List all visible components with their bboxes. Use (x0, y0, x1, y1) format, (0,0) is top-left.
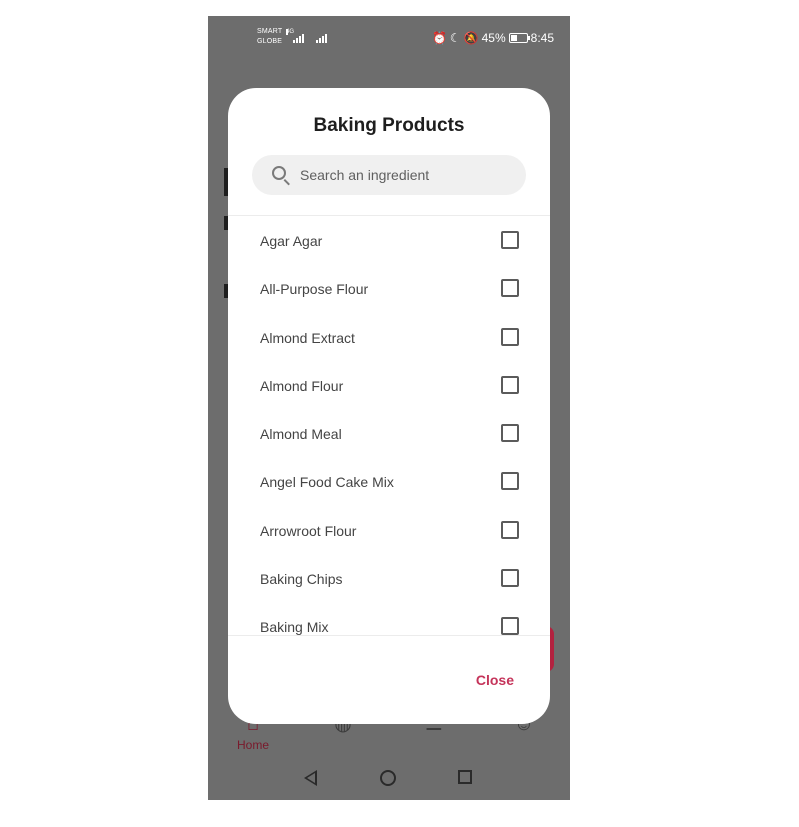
status-bar: SMART GLOBE 4G ⏰ ☾ 🔕 45% 8:45 (208, 16, 570, 62)
item-label: Almond Flour (260, 377, 344, 394)
signal-icon: 4G (286, 29, 304, 43)
search-icon (272, 166, 286, 180)
recents-button[interactable] (458, 770, 472, 784)
mute-icon: 🔕 (463, 31, 479, 45)
checkbox-icon[interactable] (501, 279, 519, 298)
close-button[interactable]: Close (476, 672, 514, 688)
nav-home-label: Home (236, 738, 269, 752)
item-label: Baking Chips (260, 571, 343, 588)
checkbox-icon[interactable] (501, 520, 519, 539)
item-label: Angel Food Cake Mix (260, 474, 394, 491)
item-label: All-Purpose Flour (260, 281, 369, 298)
list-item[interactable]: Baking Chips (228, 554, 550, 602)
list-item[interactable]: Almond Flour (228, 361, 550, 409)
checkbox-icon[interactable] (501, 472, 519, 491)
divider (228, 635, 550, 636)
list-item[interactable]: Almond Meal (228, 409, 550, 457)
dialog-title: Baking Products (313, 115, 465, 136)
list-item[interactable]: Angel Food Cake Mix (228, 457, 550, 505)
alarm-icon: ⏰ (431, 31, 447, 45)
list-item[interactable]: Arrowroot Flour (228, 506, 550, 554)
back-button[interactable] (304, 770, 317, 786)
battery-icon (508, 33, 530, 43)
checkbox-icon[interactable] (501, 617, 519, 635)
back-icon (304, 770, 317, 786)
home-system-button[interactable] (380, 770, 396, 786)
signal-icon-2 (316, 33, 327, 43)
clock: 8:45 (530, 31, 554, 45)
phone-screen: SMART GLOBE 4G ⏰ ☾ 🔕 45% 8:45 ⌂ Home ◍ ☰… (208, 16, 570, 800)
battery-percent: 45% (481, 31, 506, 45)
carrier-label: SMART GLOBE (257, 28, 283, 45)
moon-icon: ☾ (449, 31, 461, 45)
checkbox-icon[interactable] (501, 569, 519, 588)
checkbox-icon[interactable] (501, 231, 519, 249)
item-label: Baking Mix (260, 619, 329, 635)
search-input[interactable] (300, 155, 510, 195)
list-item[interactable]: Baking Mix (228, 602, 550, 635)
recents-icon (458, 770, 472, 784)
item-label: Almond Meal (260, 426, 342, 443)
checkbox-icon[interactable] (501, 375, 519, 394)
list-item[interactable]: Agar Agar (228, 216, 550, 264)
search-box[interactable] (252, 155, 526, 195)
home-circle-icon (380, 770, 396, 786)
system-nav (208, 766, 570, 796)
ingredient-list: Agar Agar All-Purpose Flour Almond Extra… (228, 216, 550, 635)
item-label: Almond Extract (260, 329, 355, 346)
item-label: Agar Agar (260, 233, 323, 249)
checkbox-icon[interactable] (501, 424, 519, 443)
baking-products-dialog: Baking Products Agar Agar All-Purpose Fl… (228, 88, 550, 724)
status-right: ⏰ ☾ 🔕 45% 8:45 (432, 31, 554, 45)
item-label: Arrowroot Flour (260, 522, 357, 539)
list-item[interactable]: All-Purpose Flour (228, 264, 550, 312)
list-item[interactable]: Almond Extract (228, 313, 550, 361)
checkbox-icon[interactable] (501, 327, 519, 346)
